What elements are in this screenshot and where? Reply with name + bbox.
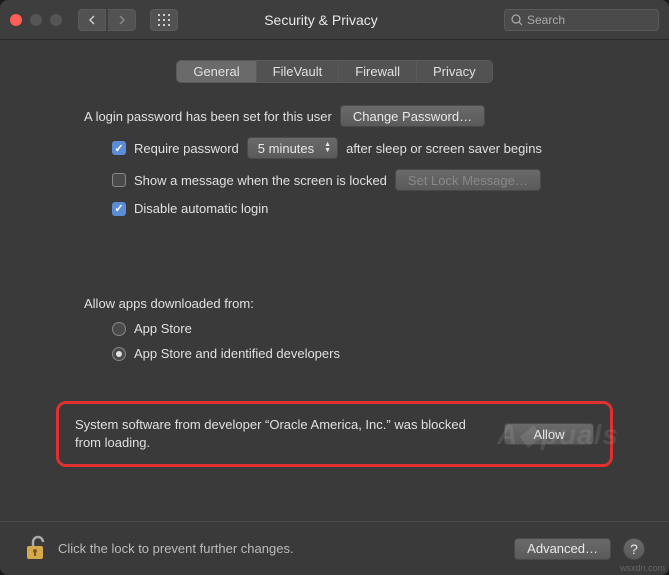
advanced-button[interactable]: Advanced… <box>514 538 611 560</box>
radio-app-store[interactable] <box>112 322 126 336</box>
lock-button[interactable] <box>24 534 46 563</box>
radio-app-store-identified[interactable] <box>112 347 126 361</box>
set-lock-message-button: Set Lock Message… <box>395 169 541 191</box>
tab-privacy[interactable]: Privacy <box>417 61 492 82</box>
disable-auto-login-checkbox[interactable] <box>112 202 126 216</box>
show-message-label: Show a message when the screen is locked <box>134 173 387 188</box>
help-button[interactable]: ? <box>623 538 645 560</box>
radio-app-store-label: App Store <box>134 321 192 336</box>
require-password-checkbox[interactable] <box>112 141 126 155</box>
tab-bar: General FileVault Firewall Privacy <box>24 60 645 83</box>
after-sleep-label: after sleep or screen saver begins <box>346 141 542 156</box>
minimize-window-button <box>30 14 42 26</box>
blocked-message: System software from developer “Oracle A… <box>75 416 484 452</box>
disable-auto-login-label: Disable automatic login <box>134 201 268 216</box>
search-icon <box>511 14 523 26</box>
close-window-button[interactable] <box>10 14 22 26</box>
blocked-software-notice: System software from developer “Oracle A… <box>56 401 613 467</box>
chevron-left-icon <box>88 15 96 25</box>
show-message-checkbox[interactable] <box>112 173 126 187</box>
forward-button[interactable] <box>108 9 136 31</box>
search-placeholder: Search <box>527 13 565 27</box>
tab-firewall[interactable]: Firewall <box>339 61 417 82</box>
unlocked-lock-icon <box>24 534 46 560</box>
chevron-right-icon <box>118 15 126 25</box>
back-button[interactable] <box>78 9 106 31</box>
delay-value: 5 minutes <box>258 141 314 156</box>
allow-apps-heading: Allow apps downloaded from: <box>84 296 254 311</box>
login-password-label: A login password has been set for this u… <box>84 109 332 124</box>
window-controls <box>10 14 62 26</box>
allow-button[interactable]: Allow <box>504 423 594 445</box>
change-password-button[interactable]: Change Password… <box>340 105 485 127</box>
require-password-delay-select[interactable]: 5 minutes ▲▼ <box>247 137 338 159</box>
footer: Click the lock to prevent further change… <box>0 521 669 575</box>
require-password-label: Require password <box>134 141 239 156</box>
search-input[interactable]: Search <box>504 9 659 31</box>
radio-app-store-identified-label: App Store and identified developers <box>134 346 340 361</box>
titlebar: Security & Privacy Search <box>0 0 669 40</box>
tab-filevault[interactable]: FileVault <box>257 61 340 82</box>
zoom-window-button <box>50 14 62 26</box>
chevron-updown-icon: ▲▼ <box>324 142 331 154</box>
tab-general[interactable]: General <box>177 61 256 82</box>
lock-hint-text: Click the lock to prevent further change… <box>58 541 502 556</box>
window-title: Security & Privacy <box>148 12 494 28</box>
